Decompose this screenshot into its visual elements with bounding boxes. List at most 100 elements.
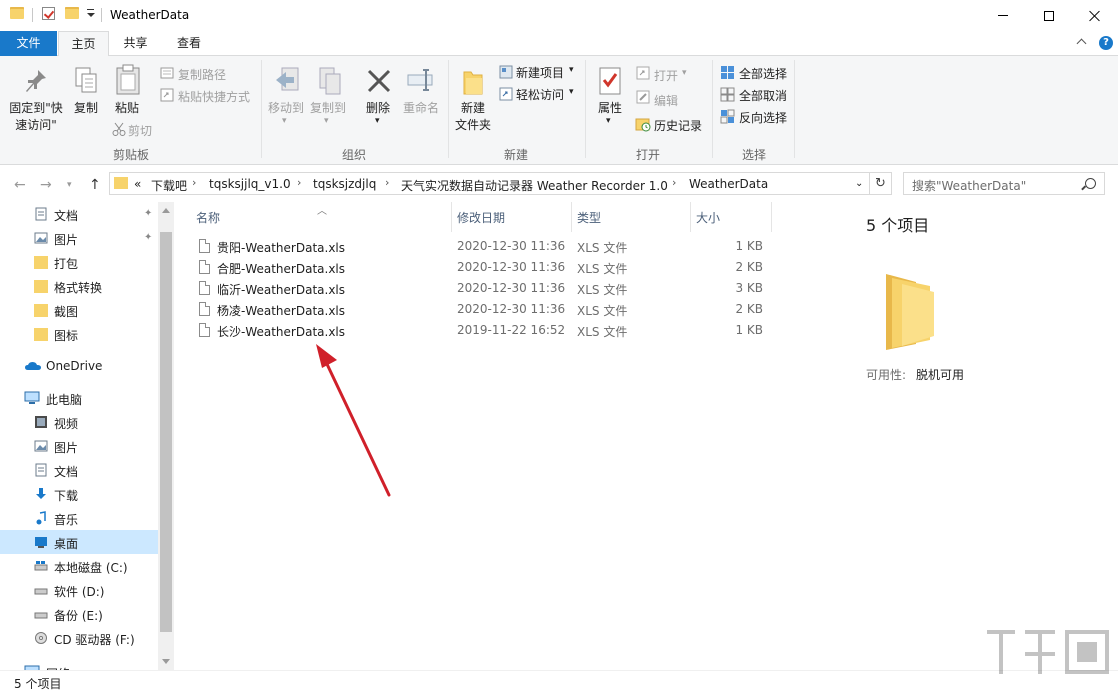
nav-item-downloads[interactable]: 下载 [0,482,158,506]
close-button[interactable] [1072,0,1118,31]
open-dropdown-icon[interactable]: ▾ [682,68,687,78]
properties-button[interactable]: 属性 [594,100,626,117]
breadcrumb-overflow[interactable]: « [134,177,141,191]
new-item-dropdown-icon[interactable]: ▾ [569,65,574,75]
breadcrumb-item[interactable]: tqsksjjlq_v1.0 [209,177,291,191]
divider[interactable] [690,202,691,232]
address-toolbar: ← → ▾ ↑ « 下载吧 › tqsksjjlq_v1.0 › tqsksjz… [0,165,1118,202]
search-icon[interactable] [1085,178,1096,189]
forward-icon[interactable]: → [40,177,52,193]
nav-item-onedrive[interactable]: OneDrive [0,354,158,378]
open-button[interactable]: 打开 [654,67,678,84]
chevron-right-icon[interactable]: › [672,176,676,189]
new-folder-quick-icon[interactable] [65,7,79,19]
pin-quick-access-button[interactable]: 固定到"快 速访问" [6,100,66,134]
back-icon[interactable]: ← [14,177,26,193]
divider[interactable] [571,202,572,232]
refresh-button[interactable]: ↻ [870,172,892,195]
nav-item-documents[interactable]: 文档 [0,458,158,482]
nav-item-desktop[interactable]: 桌面 [0,530,158,554]
nav-item-network[interactable]: 网络 [0,660,158,670]
cut-button[interactable]: 剪切 [128,122,152,139]
collapse-ribbon-icon[interactable] [1077,38,1087,48]
paste-button[interactable]: 粘贴 [111,100,143,117]
nav-item-pictures[interactable]: 图片 ✦ [0,226,158,250]
edit-button[interactable]: 编辑 [654,92,678,109]
scroll-down-icon[interactable] [162,659,170,664]
column-header-type[interactable]: 类型 [577,209,601,226]
nav-item-cd-drive[interactable]: CD 驱动器 (F:) [0,626,158,650]
breadcrumb-item[interactable]: 下载吧 [151,177,187,194]
nav-label: 图片 [54,441,79,455]
nav-item-drive-c[interactable]: 本地磁盘 (C:) [0,554,158,578]
scroll-up-icon[interactable] [162,208,170,213]
nav-item-this-pc[interactable]: 此电脑 [0,386,158,410]
paste-shortcut-button[interactable]: 粘贴快捷方式 [178,88,250,105]
chevron-right-icon[interactable]: › [192,176,196,189]
nav-item-music[interactable]: 音乐 [0,506,158,530]
address-bar[interactable]: « 下载吧 › tqsksjjlq_v1.0 › tqsksjzdjlq › 天… [109,172,870,195]
chevron-down-icon[interactable]: ⌄ [855,178,863,189]
search-input[interactable]: 搜索"WeatherData" [903,172,1105,195]
copy-to-dropdown-icon[interactable]: ▾ [324,116,329,126]
customize-quick-access-icon[interactable] [86,9,95,19]
select-all-button[interactable]: 全部选择 [739,65,787,82]
nav-item-drive-e[interactable]: 备份 (E:) [0,602,158,626]
column-header-name[interactable]: 名称 [196,209,220,226]
properties-dropdown-icon[interactable]: ▾ [606,116,611,126]
rename-button[interactable]: 重命名 [400,100,442,117]
divider[interactable] [451,202,452,232]
chevron-right-icon[interactable]: › [385,176,389,189]
maximize-button[interactable] [1026,0,1072,31]
delete-button[interactable]: 删除 [362,100,394,117]
move-to-button[interactable]: 移动到 [266,100,306,117]
minimize-button[interactable] [980,0,1026,31]
nav-item-folder[interactable]: 打包 [0,250,158,274]
recent-locations-icon[interactable]: ▾ [67,180,72,190]
nav-item-pictures[interactable]: 图片 [0,434,158,458]
copy-path-button[interactable]: 复制路径 [178,66,226,83]
table-row[interactable]: 杨凌-WeatherData.xls 2020-12-30 11:36 XLS … [193,299,773,320]
move-to-dropdown-icon[interactable]: ▾ [282,116,287,126]
copy-button[interactable]: 复制 [70,100,102,117]
nav-item-folder[interactable]: 格式转换 [0,274,158,298]
new-folder-button[interactable]: 新建 文件夹 [452,100,494,134]
folder-icon [886,274,934,350]
delete-dropdown-icon[interactable]: ▾ [375,116,380,126]
tab-file[interactable]: 文件 [0,31,57,56]
scrollbar-thumb[interactable] [160,232,172,632]
pin-icon[interactable]: ✦ [144,208,153,219]
select-none-button[interactable]: 全部取消 [739,87,787,104]
breadcrumb-item[interactable]: 天气实况数据自动记录器 Weather Recorder 1.0 [401,177,668,194]
tab-view[interactable]: 查看 [162,31,216,56]
easy-access-button[interactable]: 轻松访问 [516,86,564,103]
nav-item-folder[interactable]: 图标 [0,322,158,346]
column-header-date[interactable]: 修改日期 [457,209,505,226]
properties-quick-icon[interactable] [42,7,55,20]
help-icon[interactable]: ? [1099,36,1113,50]
new-item-button[interactable]: 新建项目 [516,64,564,81]
table-row[interactable]: 临沂-WeatherData.xls 2020-12-30 11:36 XLS … [193,278,773,299]
file-size: 3 KB [735,281,763,295]
up-icon[interactable]: ↑ [89,177,101,193]
table-row[interactable]: 合肥-WeatherData.xls 2020-12-30 11:36 XLS … [193,257,773,278]
breadcrumb-item[interactable]: tqsksjzdjlq [313,177,376,191]
nav-item-folder[interactable]: 截图 [0,298,158,322]
nav-scrollbar[interactable] [158,202,174,670]
invert-selection-button[interactable]: 反向选择 [739,109,787,126]
breadcrumb-item[interactable]: WeatherData [689,177,768,191]
tab-home[interactable]: 主页 [58,31,109,57]
tab-share[interactable]: 共享 [110,31,161,56]
copy-to-button[interactable]: 复制到 [308,100,348,117]
nav-item-drive-d[interactable]: 软件 (D:) [0,578,158,602]
nav-item-documents[interactable]: 文档 ✦ [0,202,158,226]
nav-item-videos[interactable]: 视频 [0,410,158,434]
history-button[interactable]: 历史记录 [654,117,702,134]
divider[interactable] [771,202,772,232]
pin-icon[interactable]: ✦ [144,232,153,243]
chevron-right-icon[interactable]: › [297,176,301,189]
column-header-size[interactable]: 大小 [696,209,720,226]
table-row[interactable]: 长沙-WeatherData.xls 2019-11-22 16:52 XLS … [193,320,773,341]
table-row[interactable]: 贵阳-WeatherData.xls 2020-12-30 11:36 XLS … [193,236,773,257]
easy-access-dropdown-icon[interactable]: ▾ [569,87,574,97]
